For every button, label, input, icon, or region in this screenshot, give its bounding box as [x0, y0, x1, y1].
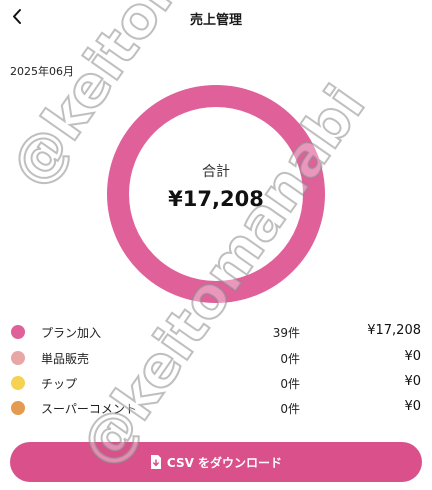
plan-dot-icon — [11, 325, 25, 339]
category-label: 単品販売 — [41, 352, 90, 366]
single-sale-dot-icon — [11, 351, 25, 365]
category-label: チップ — [41, 377, 78, 391]
category-count: 39件 — [272, 326, 300, 340]
category-count: 0件 — [280, 352, 300, 366]
sales-donut-chart: 合計 ¥17,208 — [104, 82, 328, 306]
page-title: 売上管理 — [189, 13, 242, 28]
category-amount: ¥0 — [404, 349, 421, 364]
period-selector[interactable]: 2025年06月 — [10, 63, 74, 79]
category-count: 0件 — [280, 377, 300, 391]
category-label: スーパーコメント — [41, 402, 137, 416]
category-count: 0件 — [280, 402, 300, 416]
csv-download-label: CSV をダウンロード — [166, 455, 283, 470]
legend-row-plan: プラン加入 39件 ¥17,208 — [0, 320, 432, 344]
header-bar: 売上管理 — [0, 0, 432, 36]
file-download-icon — [150, 455, 161, 469]
total-label: 合計 — [202, 164, 230, 180]
tip-dot-icon — [11, 376, 25, 390]
category-amount: ¥0 — [404, 399, 421, 414]
csv-download-button[interactable]: CSV をダウンロード — [10, 442, 422, 482]
legend-row-single-sale: 単品販売 0件 ¥0 — [0, 346, 432, 370]
category-amount: ¥0 — [404, 374, 421, 389]
legend-row-tip: チップ 0件 ¥0 — [0, 371, 432, 395]
total-amount: ¥17,208 — [168, 187, 264, 211]
legend-row-super-comment: スーパーコメント 0件 ¥0 — [0, 396, 432, 420]
category-amount: ¥17,208 — [367, 323, 421, 338]
super-comment-dot-icon — [11, 401, 25, 415]
category-label: プラン加入 — [41, 326, 102, 340]
